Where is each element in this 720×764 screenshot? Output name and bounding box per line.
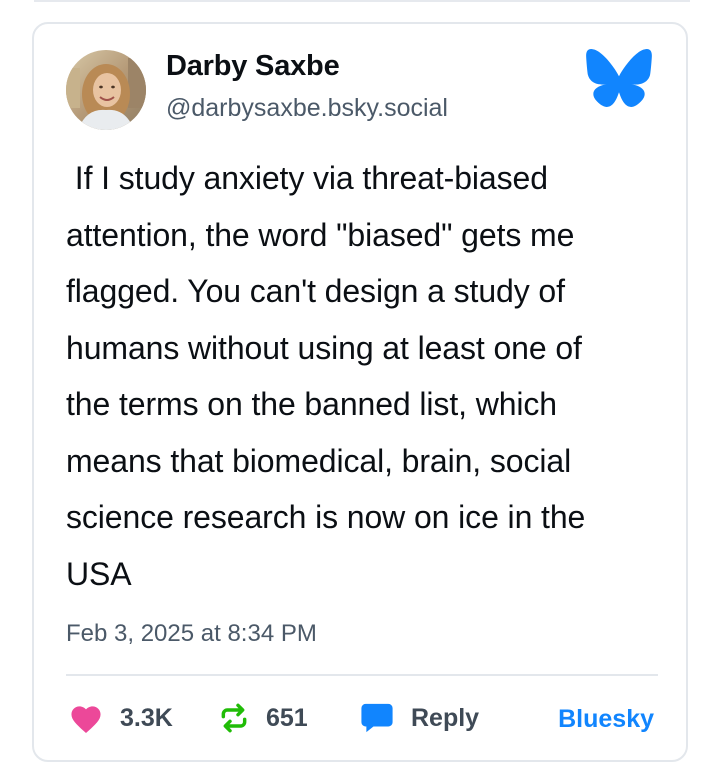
repost-icon: [221, 703, 247, 733]
embedded-post-card[interactable]: Darby Saxbe @darbysaxbe.bsky.social If I…: [32, 22, 688, 762]
post-text: If I study anxiety via threat-biased att…: [66, 160, 586, 592]
reply-label: Reply: [411, 703, 480, 732]
reply-button[interactable]: Reply: [360, 696, 479, 740]
stats-divider: [66, 674, 658, 676]
bluesky-butterfly-icon[interactable]: [585, 47, 653, 109]
like-button[interactable]: 3.3K: [68, 696, 173, 740]
author-name[interactable]: Darby Saxbe: [166, 50, 340, 83]
post-timestamp[interactable]: Feb 3, 2025 at 8:34 PM: [66, 620, 317, 648]
top-divider: [34, 0, 690, 2]
repost-count: 651: [266, 703, 308, 732]
repost-button[interactable]: 651: [218, 696, 308, 740]
heart-icon: [71, 706, 101, 734]
speech-bubble-icon: [361, 703, 393, 733]
bluesky-link[interactable]: Bluesky: [558, 705, 654, 734]
author-handle[interactable]: @darbysaxbe.bsky.social: [166, 94, 448, 123]
like-count: 3.3K: [120, 703, 173, 732]
avatar[interactable]: [66, 50, 146, 130]
